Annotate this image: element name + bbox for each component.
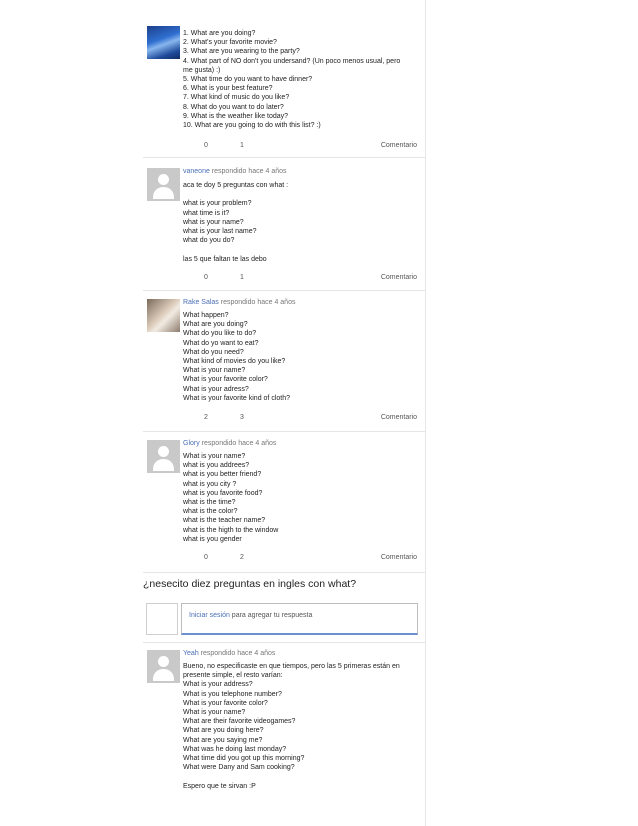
answer-meta: Glory respondido hace 4 años bbox=[183, 440, 277, 447]
comment-link[interactable]: Comentario bbox=[381, 274, 417, 281]
answer-item: 1. What are you doing? 2. What's your fa… bbox=[143, 0, 425, 160]
comment-link[interactable]: Comentario bbox=[381, 142, 417, 149]
comment-link[interactable]: Comentario bbox=[381, 414, 417, 421]
answer-item: Glory respondido hace 4 años What is you… bbox=[143, 434, 425, 572]
answer-text: 1. What are you doing? 2. What's your fa… bbox=[183, 30, 401, 130]
login-link[interactable]: Iniciar sesión bbox=[189, 612, 230, 619]
answer-text: What happen? What are you doing? What do… bbox=[183, 312, 290, 402]
answer-meta: vaneone respondido hace 4 años bbox=[183, 168, 287, 175]
user-avatar[interactable] bbox=[147, 650, 180, 683]
separator bbox=[143, 642, 425, 643]
answer-input[interactable]: Iniciar sesión para agregar tu respuesta bbox=[181, 603, 418, 635]
comment-link[interactable]: Comentario bbox=[381, 554, 417, 561]
separator bbox=[143, 572, 425, 573]
user-name-link[interactable]: vaneone bbox=[183, 168, 210, 175]
answer-item: Yeah respondido hace 4 años Bueno, no es… bbox=[143, 645, 425, 826]
user-name-link[interactable]: Yeah bbox=[183, 650, 199, 657]
thumbs-up-count[interactable]: 2 bbox=[204, 414, 208, 421]
answer-item: Rake Salas respondido hace 4 años What h… bbox=[143, 293, 425, 430]
user-name-link[interactable]: Rake Salas bbox=[183, 299, 219, 306]
answer-meta: Rake Salas respondido hace 4 años bbox=[183, 299, 296, 306]
avatar-placeholder bbox=[146, 603, 178, 635]
thumbs-down-count[interactable]: 1 bbox=[240, 274, 244, 281]
user-avatar[interactable] bbox=[147, 299, 180, 332]
separator bbox=[143, 157, 425, 158]
login-prompt-text: para agregar tu respuesta bbox=[229, 612, 313, 619]
answer-text: What is your name? what is you addrees? … bbox=[183, 453, 279, 543]
user-avatar[interactable] bbox=[147, 26, 180, 59]
user-name-link[interactable]: Glory bbox=[183, 440, 200, 447]
thumbs-down-count[interactable]: 3 bbox=[240, 414, 244, 421]
separator bbox=[143, 431, 425, 432]
question-title: ¿nesecito diez preguntas en ingles con w… bbox=[143, 578, 357, 590]
user-avatar[interactable] bbox=[147, 440, 180, 473]
answer-text: aca te doy 5 preguntas con what : what i… bbox=[183, 182, 289, 263]
answer-item: vaneone respondido hace 4 años aca te do… bbox=[143, 160, 425, 290]
separator bbox=[143, 290, 425, 291]
answer-text: Bueno, no especificaste en que tiempos, … bbox=[183, 663, 400, 790]
thumbs-up-count[interactable]: 0 bbox=[204, 142, 208, 149]
answer-meta: Yeah respondido hace 4 años bbox=[183, 650, 276, 657]
thumbs-up-count[interactable]: 0 bbox=[204, 274, 208, 281]
thumbs-down-count[interactable]: 2 bbox=[240, 554, 244, 561]
thumbs-up-count[interactable]: 0 bbox=[204, 554, 208, 561]
user-avatar[interactable] bbox=[147, 168, 180, 201]
thumbs-down-count[interactable]: 1 bbox=[240, 142, 244, 149]
